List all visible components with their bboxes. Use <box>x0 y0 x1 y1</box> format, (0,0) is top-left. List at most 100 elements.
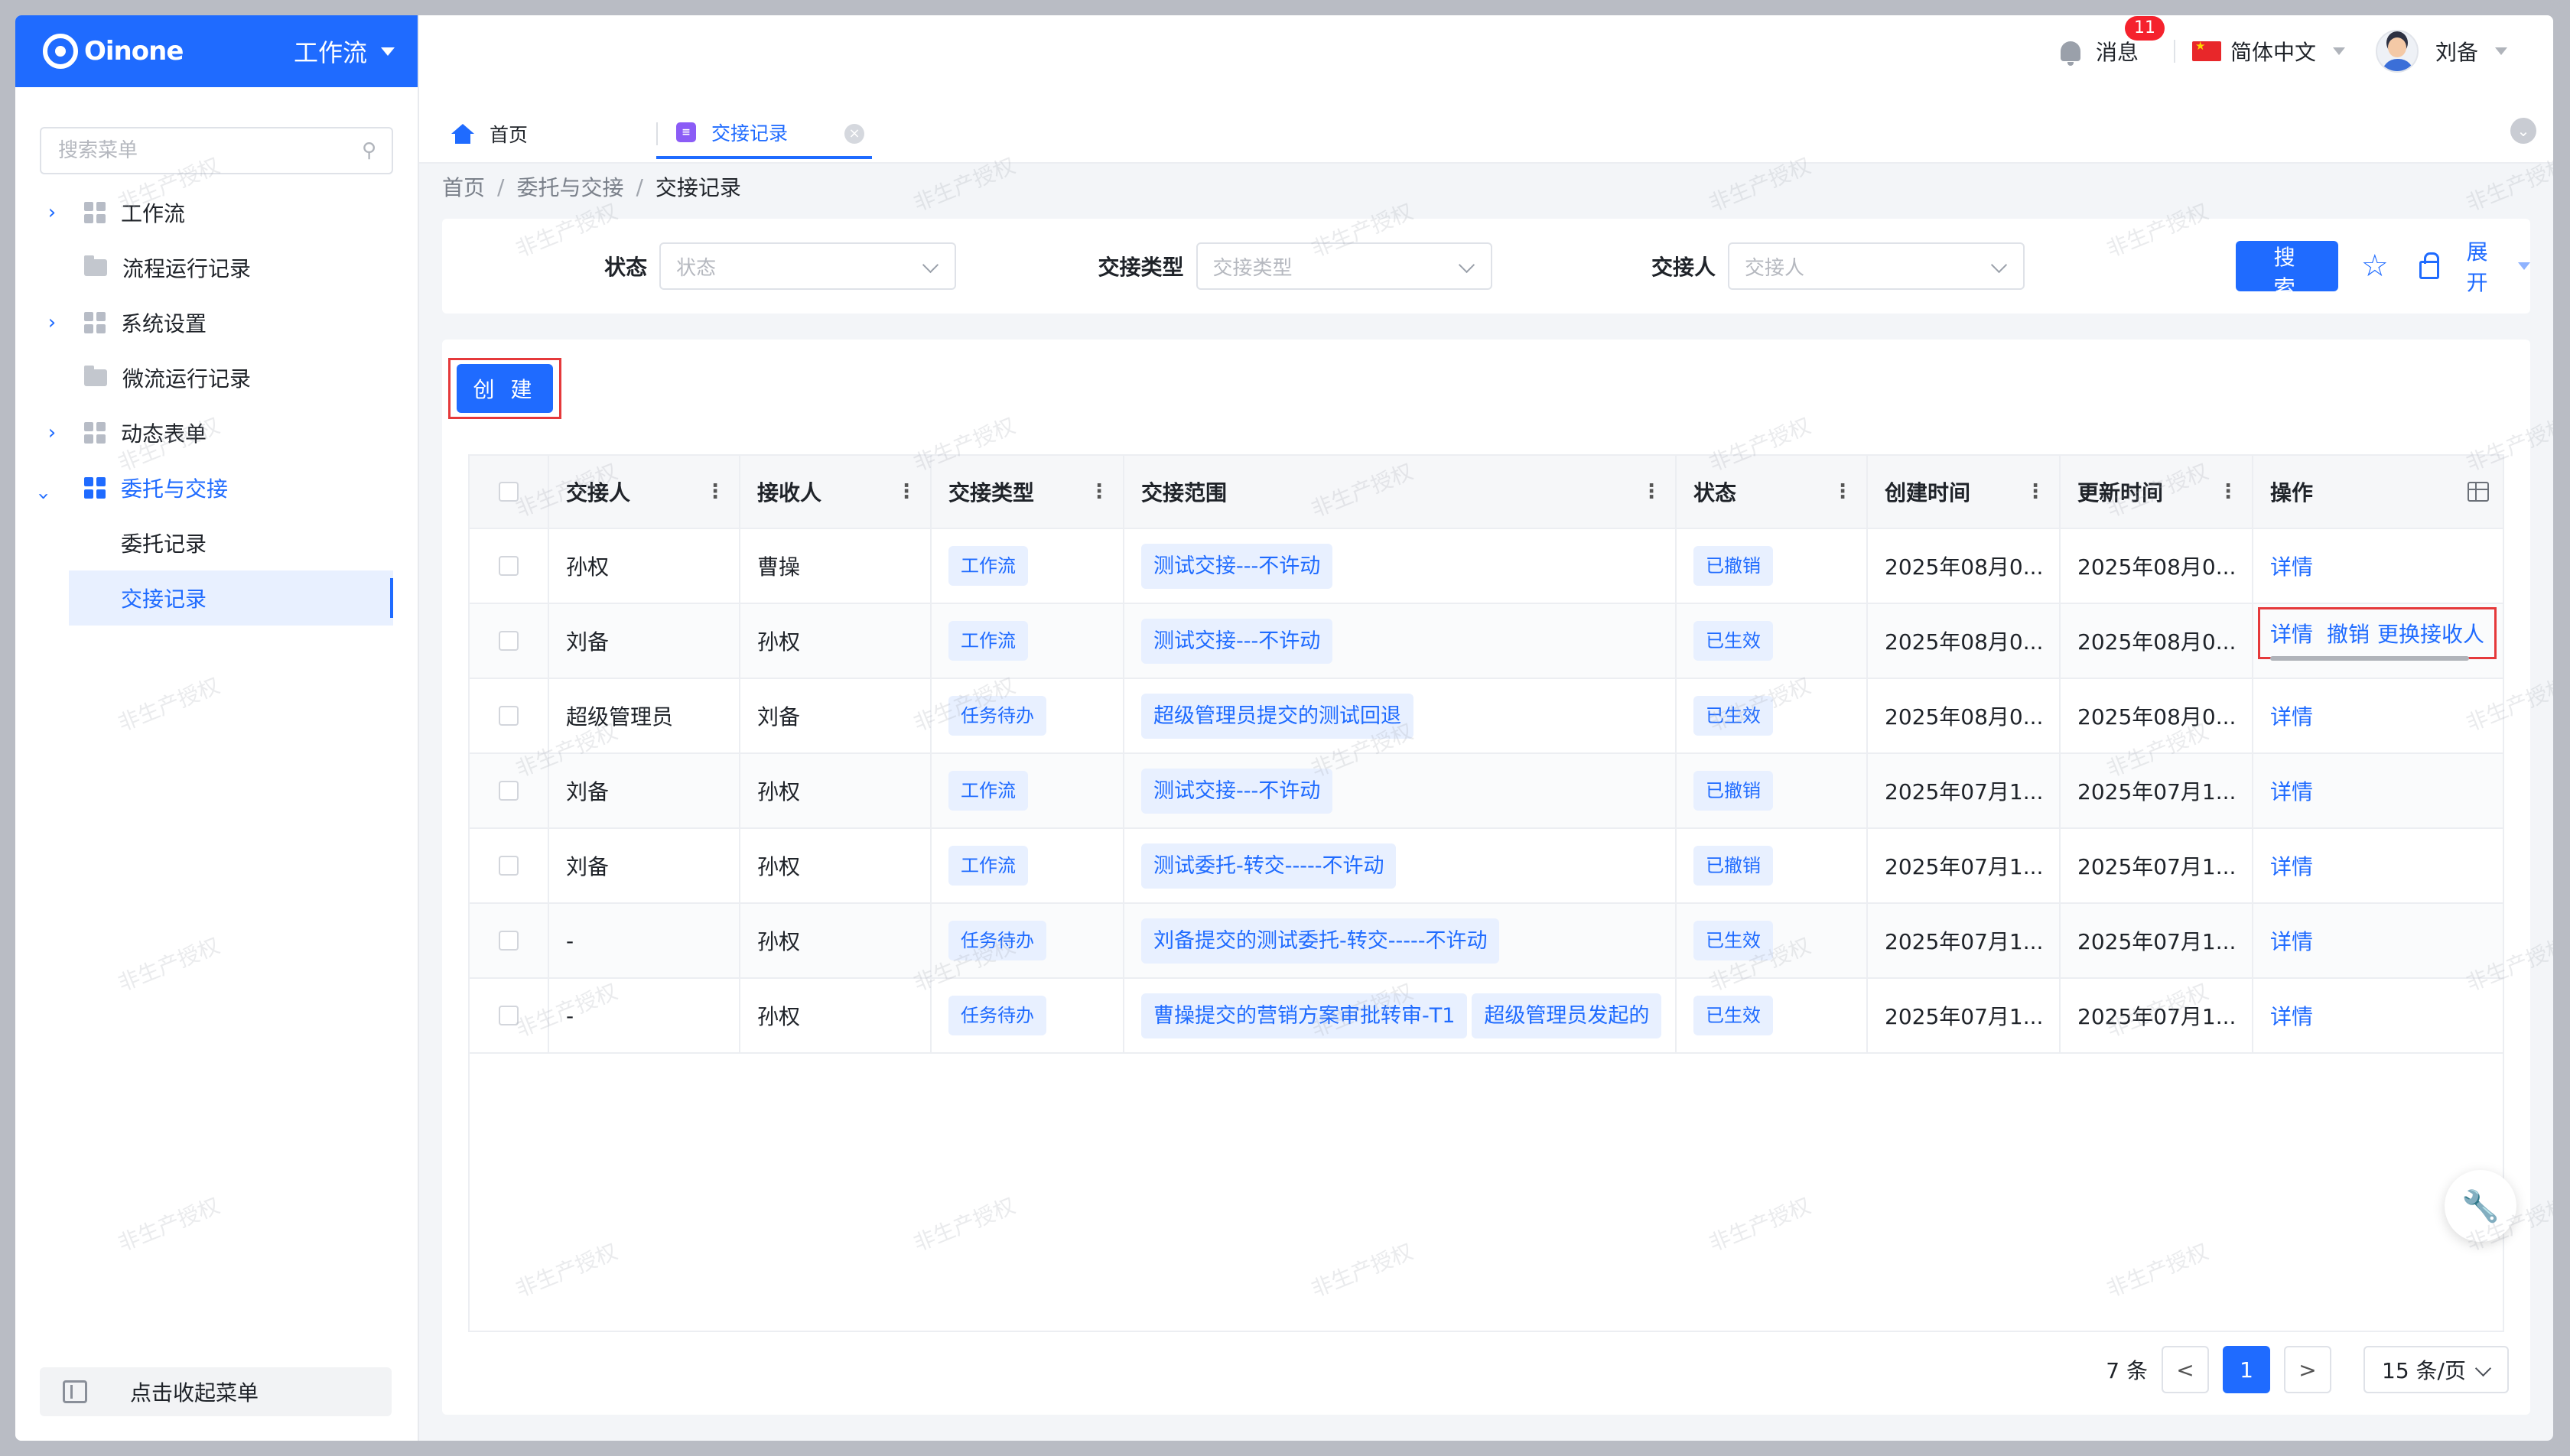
actions-scrollbar[interactable] <box>2270 656 2469 661</box>
sidebar-item-delegation-records[interactable]: 委托记录 <box>15 515 418 570</box>
sidebar-item-dynamic-form[interactable]: › 动态表单 <box>15 405 418 460</box>
status-badge: 已撤销 <box>1693 771 1773 811</box>
tab-handover-records[interactable]: ≡ 交接记录 × <box>656 109 872 159</box>
detail-link[interactable]: 详情 <box>2270 775 2313 806</box>
brand-logo[interactable]: Oinone <box>43 34 184 69</box>
sidebar-item-process-log[interactable]: 流程运行记录 <box>15 240 418 295</box>
row-checkbox[interactable] <box>499 706 519 726</box>
page-number-button[interactable]: 1 <box>2223 1346 2270 1393</box>
column-menu-icon[interactable]: ⋮ <box>1641 480 1661 503</box>
cell-updated: 2025年07月1... <box>2061 829 2253 902</box>
divider <box>2173 40 2175 63</box>
tab-label: 交接记录 <box>711 122 789 145</box>
column-header-from[interactable]: 交接人 ⋮ <box>549 456 740 528</box>
menu-search-input[interactable] <box>57 138 362 163</box>
breadcrumb-delegation[interactable]: 委托与交接 <box>516 171 623 202</box>
tab-home[interactable]: 首页 <box>451 109 528 159</box>
row-actions-highlight <box>2258 607 2497 659</box>
handover-select[interactable]: 交接人 <box>1727 242 2025 290</box>
sidebar-item-system-settings[interactable]: › 系统设置 <box>15 295 418 350</box>
next-page-button[interactable]: > <box>2284 1346 2331 1393</box>
detail-link[interactable]: 详情 <box>2270 925 2313 956</box>
column-menu-icon[interactable]: ⋮ <box>2025 480 2045 503</box>
detail-link[interactable]: 详情 <box>2270 700 2313 731</box>
select-all-checkbox[interactable] <box>499 482 519 502</box>
create-button[interactable]: 创 建 <box>456 364 554 413</box>
scope-tag[interactable]: 测试委托-转交-----不许动 <box>1141 843 1397 889</box>
oinone-logo-icon <box>43 34 78 69</box>
close-icon[interactable]: × <box>844 124 864 144</box>
grid-icon <box>84 202 106 223</box>
status-select[interactable]: 状态 <box>659 242 956 290</box>
column-menu-icon[interactable]: ⋮ <box>1089 480 1109 503</box>
search-icon[interactable]: ⚲ <box>362 139 376 162</box>
brand-bar: Oinone 工作流 <box>15 15 418 87</box>
type-tag: 工作流 <box>948 621 1028 661</box>
page-size-label: 15 条/页 <box>2382 1358 2466 1383</box>
table-row: - 孙权 任务待办 曹操提交的营销方案审批转审-T1 超级管理员发起的 已生效 2… <box>470 979 2503 1054</box>
folder-icon <box>84 255 107 276</box>
column-header-created[interactable]: 创建时间 ⋮ <box>1868 456 2061 528</box>
row-checkbox[interactable] <box>499 856 519 876</box>
sidebar-item-microflow-log[interactable]: 微流运行记录 <box>15 350 418 405</box>
detail-link[interactable]: 详情 <box>2270 1000 2313 1031</box>
caret-down-icon <box>381 47 395 56</box>
top-bar: 消息 11 简体中文 刘备 <box>419 15 2553 87</box>
sidebar-item-handover-records[interactable]: 交接记录 <box>69 570 393 626</box>
breadcrumb-separator: / <box>636 174 643 200</box>
column-settings-icon[interactable] <box>2468 482 2489 502</box>
user-menu[interactable]: 刘备 <box>2375 30 2507 73</box>
table-row: - 孙权 任务待办 刘备提交的测试委托-转交-----不许动 已生效 2025年… <box>470 904 2503 979</box>
prev-page-button[interactable]: < <box>2162 1346 2209 1393</box>
scope-tag[interactable]: 曹操提交的营销方案审批转审-T1 <box>1141 993 1468 1038</box>
messages-label: 消息 <box>2095 40 2139 65</box>
column-header-scope[interactable]: 交接范围 ⋮ <box>1124 456 1677 528</box>
detail-link[interactable]: 详情 <box>2270 551 2313 581</box>
collapse-menu-button[interactable]: 点击收起菜单 <box>40 1367 392 1416</box>
row-checkbox[interactable] <box>499 556 519 576</box>
sidebar-item-workflow[interactable]: › 工作流 <box>15 185 418 240</box>
status-select-placeholder: 状态 <box>676 256 717 280</box>
row-checkbox[interactable] <box>499 781 519 801</box>
row-checkbox[interactable] <box>499 631 519 651</box>
search-button[interactable]: 搜 索 <box>2235 241 2338 301</box>
sidebar-item-delegation[interactable]: › 委托与交接 <box>15 460 418 515</box>
column-menu-icon[interactable]: ⋮ <box>705 480 725 503</box>
column-header-type[interactable]: 交接类型 ⋮ <box>932 456 1124 528</box>
star-icon[interactable]: ☆ <box>2361 249 2389 284</box>
row-checkbox[interactable] <box>499 1006 519 1025</box>
scope-tag[interactable]: 超级管理员发起的 <box>1472 993 1662 1038</box>
column-menu-icon[interactable]: ⋮ <box>2218 480 2238 503</box>
cell-to: 孙权 <box>740 604 932 678</box>
scope-tag[interactable]: 测试交接---不许动 <box>1141 618 1333 664</box>
app-switcher[interactable]: 工作流 <box>294 34 395 69</box>
cell-updated: 2025年07月1... <box>2061 754 2253 827</box>
pagination: 7 条 < 1 > 15 条/页 <box>2106 1346 2509 1393</box>
type-select[interactable]: 交接类型 <box>1196 242 1493 290</box>
column-header-updated[interactable]: 更新时间 ⋮ <box>2061 456 2253 528</box>
sidebar-item-label: 工作流 <box>121 201 186 226</box>
column-menu-icon[interactable]: ⋮ <box>1833 480 1853 503</box>
column-header-label: 操作 <box>2270 480 2314 505</box>
lock-icon[interactable] <box>2419 252 2439 279</box>
scope-tag[interactable]: 测试交接---不许动 <box>1141 768 1333 814</box>
menu-search[interactable]: ⚲ <box>40 127 393 174</box>
cell-created: 2025年07月1... <box>1868 829 2061 902</box>
detail-link[interactable]: 详情 <box>2270 850 2313 881</box>
scope-tag[interactable]: 超级管理员提交的测试回退 <box>1141 693 1414 739</box>
scope-tag[interactable]: 刘备提交的测试委托-转交-----不许动 <box>1141 918 1500 964</box>
column-menu-icon[interactable]: ⋮ <box>896 480 916 503</box>
scope-tag[interactable]: 测试交接---不许动 <box>1141 543 1333 589</box>
wrench-icon[interactable]: 🔧 <box>2445 1170 2516 1242</box>
messages-button[interactable]: 消息 11 <box>2060 16 2165 67</box>
column-header-to[interactable]: 接收人 ⋮ <box>740 456 932 528</box>
column-header-status[interactable]: 状态 ⋮ <box>1677 456 1868 528</box>
cell-to: 孙权 <box>740 829 932 902</box>
row-checkbox[interactable] <box>499 931 519 951</box>
tabs-more-icon[interactable]: ⌄ <box>2510 118 2536 144</box>
language-switcher[interactable]: 简体中文 <box>2191 36 2345 67</box>
expand-filters-button[interactable]: 展开 <box>2467 236 2530 297</box>
breadcrumb-home[interactable]: 首页 <box>442 171 485 202</box>
page-size-select[interactable]: 15 条/页 <box>2363 1346 2509 1393</box>
chevron-down-icon <box>1458 256 1475 274</box>
